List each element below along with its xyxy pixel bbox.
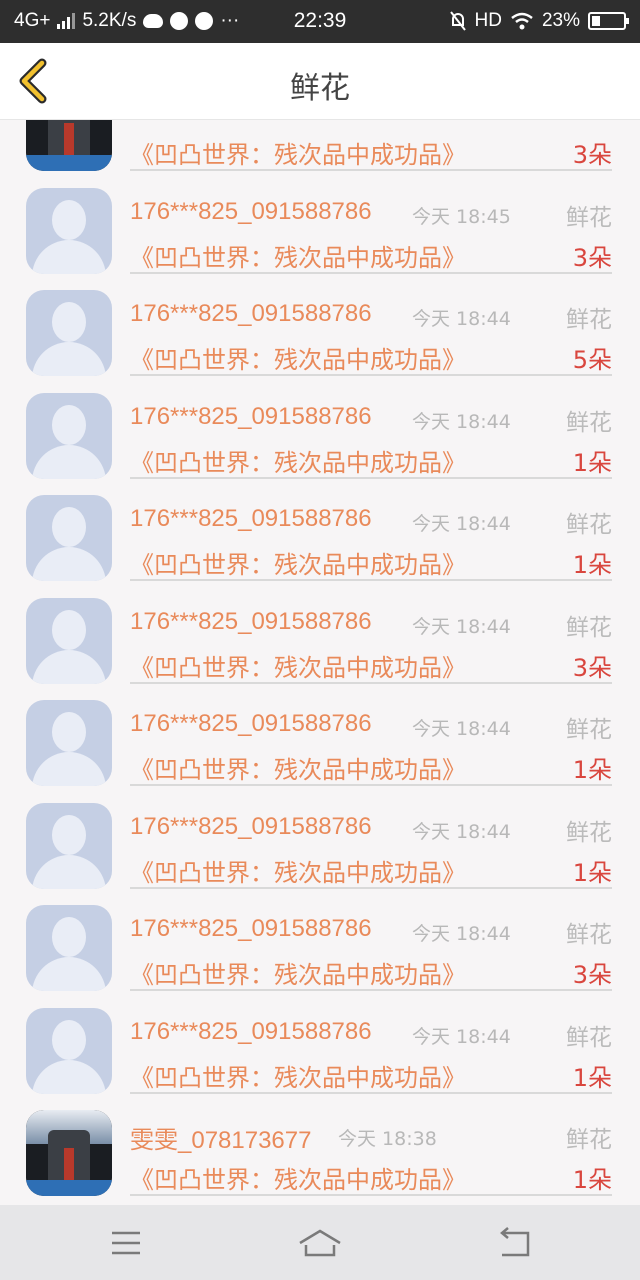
battery-icon: [588, 12, 629, 30]
user-name[interactable]: 176***825_091588786: [130, 813, 372, 841]
timestamp: 今天 18:44: [412, 410, 511, 433]
divider: [130, 1194, 612, 1196]
list-item[interactable]: 176***825_091588786 今天 18:44 鲜花 《凹凸世界：残次品中成…: [0, 946, 640, 1094]
list-item[interactable]: 176***825_091588786 今天 18:44 鲜花 《凹凸世界：残次品中成…: [0, 843, 640, 991]
timestamp: 今天 18:44: [412, 718, 511, 740]
gift-list: 《凹凸世界：残次品中成功品》 3朵 176***825_091588786 今天 18…: [0, 120, 640, 1205]
flower-count: 1朵: [572, 1166, 612, 1194]
timestamp: 今天 18:44: [412, 820, 511, 843]
work-title-link[interactable]: 《凹凸世界：残次品中成功品》: [130, 1160, 466, 1195]
timestamp: 今天 18:44: [412, 1025, 511, 1048]
timestamp: 今天 18:44: [412, 308, 511, 330]
gift-type: 鲜花: [566, 717, 612, 743]
page-title: 鲜花: [290, 71, 350, 106]
wifi-icon: [511, 12, 533, 30]
system-navbar: [0, 1205, 640, 1280]
mute-bell-icon: [449, 11, 466, 31]
gift-type: 鲜花: [566, 1127, 612, 1153]
timestamp: 今天 18:38: [338, 1128, 437, 1150]
home-icon[interactable]: [298, 1225, 342, 1261]
gift-type: 鲜花: [566, 1024, 612, 1051]
gift-type: 鲜花: [566, 307, 612, 333]
gift-type: 鲜花: [566, 819, 612, 846]
header: 鲜花: [0, 43, 640, 120]
timestamp: 今天 18:44: [412, 923, 511, 945]
list-item[interactable]: 雯雯_078173677 今天 18:38 鲜花《凹凸世界：残次品中成功品》 1朵: [0, 1048, 640, 1196]
user-name[interactable]: 176***825_091588786: [130, 608, 372, 636]
list-item[interactable]: 176***825_091588786 今天 18:44 鲜花 《凹凸世界：残次品中成…: [0, 433, 640, 581]
gift-type: 鲜花: [566, 614, 612, 641]
timestamp: 今天 18:45: [412, 205, 511, 228]
return-icon[interactable]: [494, 1225, 538, 1261]
user-name[interactable]: 176***825_091588786: [130, 1018, 372, 1046]
list-item[interactable]: 176***825_091588786 今天 18:44 鲜花 《凹凸世界：残次品中成…: [0, 741, 640, 889]
list-item[interactable]: 176***825_091588786 今天 18:44 鲜花 《凹凸世界：残次品中成…: [0, 331, 640, 479]
status-bar: 4G+ 5.2K/s ··· 22:39 HD 23%: [0, 0, 640, 43]
user-name[interactable]: 176***825_091588786: [130, 505, 372, 533]
timestamp: 今天 18:44: [412, 615, 511, 638]
list-item[interactable]: 《凹凸世界：残次品中成功品》 3朵: [0, 120, 640, 171]
list-item[interactable]: 176***825_091588786 今天 18:44 鲜花 《凹凸世界：残次品中成…: [0, 638, 640, 786]
list-item[interactable]: 176***825_091588786 今天 18:45 鲜花 《凹凸世界：残次品中成…: [0, 126, 640, 274]
hd-badge: HD: [474, 10, 502, 31]
timestamp: 今天 18:44: [412, 513, 511, 535]
user-name[interactable]: 176***825_091588786: [130, 710, 372, 738]
user-name[interactable]: 雯雯_078173677: [130, 1120, 311, 1155]
user-name[interactable]: 176***825_091588786: [130, 403, 372, 431]
user-name[interactable]: 176***825_091588786: [130, 915, 372, 943]
list-item[interactable]: 176***825_091588786 今天 18:44 鲜花 《凹凸世界：残次品中成…: [0, 228, 640, 376]
gift-type: 鲜花: [566, 922, 612, 948]
gift-type: 鲜花: [566, 204, 612, 231]
menu-icon[interactable]: [104, 1225, 148, 1261]
battery-percent: 23%: [541, 10, 580, 31]
user-name[interactable]: 176***825_091588786: [130, 300, 372, 328]
avatar[interactable]: [26, 1110, 112, 1196]
list-item[interactable]: 176***825_091588786 今天 18:44 鲜花 《凹凸世界：残次品中成…: [0, 536, 640, 684]
gift-type: 鲜花: [566, 409, 612, 436]
user-name[interactable]: 176***825_091588786: [130, 198, 372, 226]
gift-type: 鲜花: [566, 512, 612, 538]
